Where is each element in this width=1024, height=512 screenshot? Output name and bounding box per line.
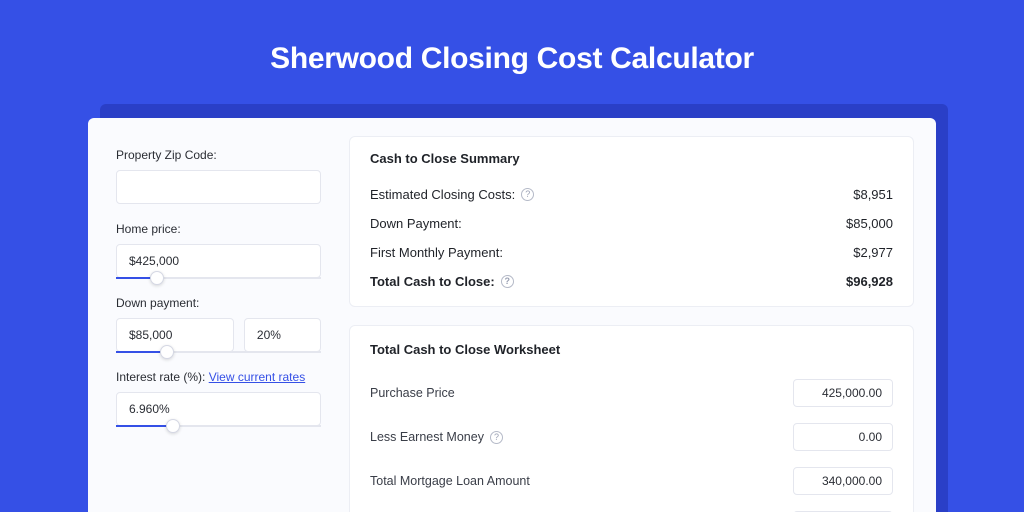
page-title: Sherwood Closing Cost Calculator <box>0 0 1024 104</box>
slider-thumb[interactable] <box>166 419 180 433</box>
summary-total-value: $96,928 <box>846 274 893 289</box>
interest-rate-field: Interest rate (%): View current rates 6.… <box>116 370 321 426</box>
summary-row-total: Total Cash to Close: ? $96,928 <box>370 267 893 296</box>
down-payment-input[interactable]: $85,000 <box>116 318 234 352</box>
calculator-panel: Property Zip Code: Home price: $425,000 … <box>88 118 936 512</box>
inputs-column: Property Zip Code: Home price: $425,000 … <box>88 118 343 512</box>
summary-label: Estimated Closing Costs: <box>370 187 515 202</box>
results-column: Cash to Close Summary Estimated Closing … <box>343 118 936 512</box>
worksheet-input[interactable]: 0.00 <box>793 423 893 451</box>
summary-value: $85,000 <box>846 216 893 231</box>
worksheet-card: Total Cash to Close Worksheet Purchase P… <box>349 325 914 512</box>
worksheet-label: Total Mortgage Loan Amount <box>370 474 530 488</box>
interest-rate-input[interactable]: 6.960% <box>116 392 321 426</box>
slider-thumb[interactable] <box>150 271 164 285</box>
worksheet-label: Purchase Price <box>370 386 455 400</box>
summary-label: First Monthly Payment: <box>370 245 503 260</box>
help-icon[interactable]: ? <box>521 188 534 201</box>
worksheet-row-earnest-money: Less Earnest Money ? 0.00 <box>370 415 893 459</box>
worksheet-row-purchase-price: Purchase Price 425,000.00 <box>370 371 893 415</box>
down-payment-label: Down payment: <box>116 296 321 310</box>
interest-rate-label: Interest rate (%): View current rates <box>116 370 321 384</box>
calculator-shell: Property Zip Code: Home price: $425,000 … <box>88 104 936 512</box>
down-payment-pct-input[interactable]: 20% <box>244 318 321 352</box>
worksheet-label: Less Earnest Money <box>370 430 484 444</box>
summary-card: Cash to Close Summary Estimated Closing … <box>349 136 914 307</box>
home-price-input[interactable]: $425,000 <box>116 244 321 278</box>
zip-field: Property Zip Code: <box>116 148 321 204</box>
worksheet-row-mortgage-amount: Total Mortgage Loan Amount 340,000.00 <box>370 459 893 503</box>
home-price-label: Home price: <box>116 222 321 236</box>
summary-total-label: Total Cash to Close: <box>370 274 495 289</box>
slider-fill <box>116 425 173 427</box>
down-payment-field: Down payment: $85,000 20% <box>116 296 321 352</box>
home-price-field: Home price: $425,000 <box>116 222 321 278</box>
summary-row-first-payment: First Monthly Payment: $2,977 <box>370 238 893 267</box>
worksheet-title: Total Cash to Close Worksheet <box>370 342 893 357</box>
zip-label: Property Zip Code: <box>116 148 321 162</box>
help-icon[interactable]: ? <box>490 431 503 444</box>
worksheet-row-second-mortgage: Total Second Mortgage Amount <box>370 503 893 512</box>
worksheet-input[interactable]: 425,000.00 <box>793 379 893 407</box>
summary-value: $8,951 <box>853 187 893 202</box>
summary-row-down-payment: Down Payment: $85,000 <box>370 209 893 238</box>
summary-title: Cash to Close Summary <box>370 151 893 166</box>
view-rates-link[interactable]: View current rates <box>209 370 306 384</box>
worksheet-input[interactable]: 340,000.00 <box>793 467 893 495</box>
help-icon[interactable]: ? <box>501 275 514 288</box>
summary-row-closing-costs: Estimated Closing Costs: ? $8,951 <box>370 180 893 209</box>
slider-thumb[interactable] <box>160 345 174 359</box>
interest-label-prefix: Interest rate (%): <box>116 370 209 384</box>
summary-value: $2,977 <box>853 245 893 260</box>
zip-input[interactable] <box>116 170 321 204</box>
summary-label: Down Payment: <box>370 216 462 231</box>
